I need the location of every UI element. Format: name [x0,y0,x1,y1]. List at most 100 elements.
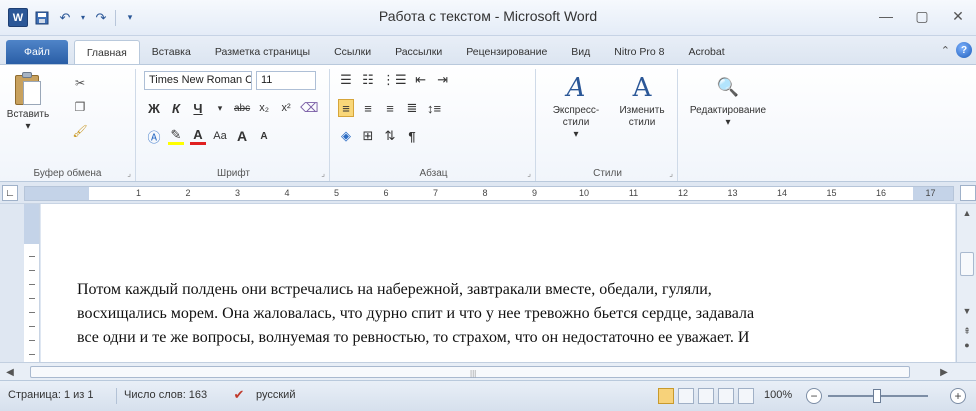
ruler-left-margin [25,187,89,200]
font-name-field[interactable]: Times New Roman C’- [144,71,252,90]
borders-icon[interactable]: ⊞ [360,127,376,145]
browse-object-icon[interactable]: ● [959,338,975,352]
italic-icon[interactable]: К [168,99,184,117]
word-count[interactable]: Число слов: 163 [124,389,207,401]
font-format-row: Ж К Ч ▾ abc x₂ x² ⌫ [146,99,318,117]
document-text[interactable]: Потом каждый полдень они встречались на … [77,278,897,350]
align-right-icon[interactable]: ≡ [382,99,398,117]
copy-icon[interactable]: ❐ [72,99,88,115]
zoom-in-button[interactable]: + [950,388,966,404]
document-line[interactable]: все одни и те же вопросы, волнуемая то р… [77,326,897,350]
format-painter-icon[interactable]: 🖌 [72,123,88,139]
superscript-icon[interactable]: x² [278,99,294,117]
print-layout-view-icon[interactable] [658,388,674,404]
vertical-scrollbar[interactable]: ▲ ▼ ⇞ ● [956,204,976,364]
strikethrough-icon[interactable]: abc [234,99,250,117]
change-case-icon[interactable]: Aa [212,127,228,145]
underline-icon[interactable]: Ч [190,99,206,117]
vertical-ruler-tick [29,312,35,313]
title-bar: W ↶ ▾ ↷ ▾ Работа с текстом - Microsoft W… [0,0,976,36]
subscript-icon[interactable]: x₂ [256,99,272,117]
proofing-icon[interactable]: ✔ [230,386,248,404]
styles-launcher-icon[interactable]: ⌟ [669,169,673,178]
increase-indent-icon[interactable]: ⇥ [435,71,451,89]
page-count[interactable]: Страница: 1 из 1 [8,389,94,401]
language-indicator[interactable]: русский [256,389,295,401]
justify-icon[interactable]: ≣ [404,99,420,117]
clipboard-launcher-icon[interactable]: ⌟ [127,169,131,178]
web-layout-view-icon[interactable] [698,388,714,404]
decrease-indent-icon[interactable]: ⇤ [413,71,429,89]
clipboard-group: Вставить ▾ ✂ ❐ 🖌 Буфер обмена ⌟ [0,69,136,181]
view-ruler-button[interactable] [960,185,976,201]
quick-styles-button[interactable]: A Экспресс-стили ▾ [542,71,610,141]
scroll-up-icon[interactable]: ▲ [959,206,975,220]
font-size-field[interactable]: 11 [256,71,316,90]
tab-mailings[interactable]: Рассылки [383,40,454,64]
vertical-ruler-tick [29,270,35,271]
tab-acrobat[interactable]: Acrobat [676,40,736,64]
cut-icon[interactable]: ✂ [72,75,88,91]
draft-view-icon[interactable] [738,388,754,404]
editing-button[interactable]: 🔍 Редактирование ▾ [684,71,772,129]
vertical-ruler-tick [29,256,35,257]
close-button[interactable]: ✕ [940,4,976,28]
paragraph-launcher-icon[interactable]: ⌟ [527,169,531,178]
line-spacing-icon[interactable]: ↕≡ [426,99,442,117]
tab-insert[interactable]: Вставка [140,40,203,64]
tab-nitro[interactable]: Nitro Pro 8 [602,40,676,64]
bullets-icon[interactable]: ☰ [338,71,354,89]
bold-icon[interactable]: Ж [146,99,162,117]
collapse-ribbon-icon[interactable]: ⌃ [941,44,950,57]
vertical-scroll-thumb[interactable] [960,252,974,276]
shrink-font-icon[interactable]: A [256,127,272,145]
grow-font-icon[interactable]: A [234,127,250,145]
tab-view[interactable]: Вид [559,40,602,64]
zoom-out-button[interactable]: − [806,388,822,404]
align-center-icon[interactable]: ≡ [360,99,376,117]
full-screen-view-icon[interactable] [678,388,694,404]
document-line[interactable]: Потом каждый полдень они встречались на … [77,278,897,302]
window-title: Работа с текстом - Microsoft Word [378,8,598,24]
horizontal-ruler[interactable]: 1 2 3 4 5 6 7 8 9 10 11 12 13 14 15 16 17 [24,186,954,201]
multilevel-list-icon[interactable]: ⋮☰ [382,71,407,89]
vertical-ruler[interactable] [24,204,40,364]
document-page[interactable]: Потом каждый полдень они встречались на … [41,204,955,362]
zoom-level[interactable]: 100% [764,389,792,401]
paste-button[interactable]: Вставить ▾ [6,71,50,133]
tab-references[interactable]: Ссылки [322,40,383,64]
horizontal-ruler-row: ∟ 1 2 3 4 5 6 7 8 9 10 11 12 13 14 15 16 17 [0,182,976,204]
scroll-left-icon[interactable]: ◀ [2,364,18,380]
tab-home[interactable]: Главная [73,40,140,64]
clear-formatting-icon[interactable]: ⌫ [300,99,318,117]
ruler-tick: 2 [185,188,191,198]
scroll-down-icon[interactable]: ▼ [959,304,975,318]
change-styles-button[interactable]: A Изменить стили [610,71,674,129]
prev-page-icon[interactable]: ⇞ [959,324,975,338]
paste-dropdown-icon[interactable]: ▾ [25,121,30,133]
scroll-right-icon[interactable]: ▶ [936,364,952,380]
tab-page-layout[interactable]: Разметка страницы [203,40,322,64]
show-marks-icon[interactable]: ¶ [404,127,420,145]
highlight-icon[interactable]: ✎ [168,127,184,145]
minimize-button[interactable]: — [868,4,904,28]
font-color-icon[interactable]: A [190,127,206,145]
sort-icon[interactable]: ⇅ [382,127,398,145]
help-icon[interactable]: ? [956,42,972,58]
outline-view-icon[interactable] [718,388,734,404]
tab-selector-icon[interactable]: ∟ [2,185,18,201]
horizontal-scroll-thumb[interactable]: ||| [30,366,910,378]
font-launcher-icon[interactable]: ⌟ [321,169,325,178]
tab-review[interactable]: Рецензирование [454,40,559,64]
tab-file[interactable]: Файл [6,40,68,64]
zoom-slider-thumb[interactable] [873,389,881,403]
underline-dropdown-icon[interactable]: ▾ [212,99,228,117]
horizontal-scrollbar[interactable]: ◀ ||| ▶ [0,362,976,380]
text-effects-icon[interactable]: Ⓐ [146,127,162,145]
align-left-icon[interactable]: ≡ [338,99,354,117]
maximize-button[interactable]: ▢ [904,4,940,28]
document-line[interactable]: восхищались морем. Она жаловалась, что д… [77,302,897,326]
numbering-icon[interactable]: ☷ [360,71,376,89]
shading-icon[interactable]: ◈ [338,127,354,145]
tabs-right-controls: ⌃ ? [941,42,972,58]
